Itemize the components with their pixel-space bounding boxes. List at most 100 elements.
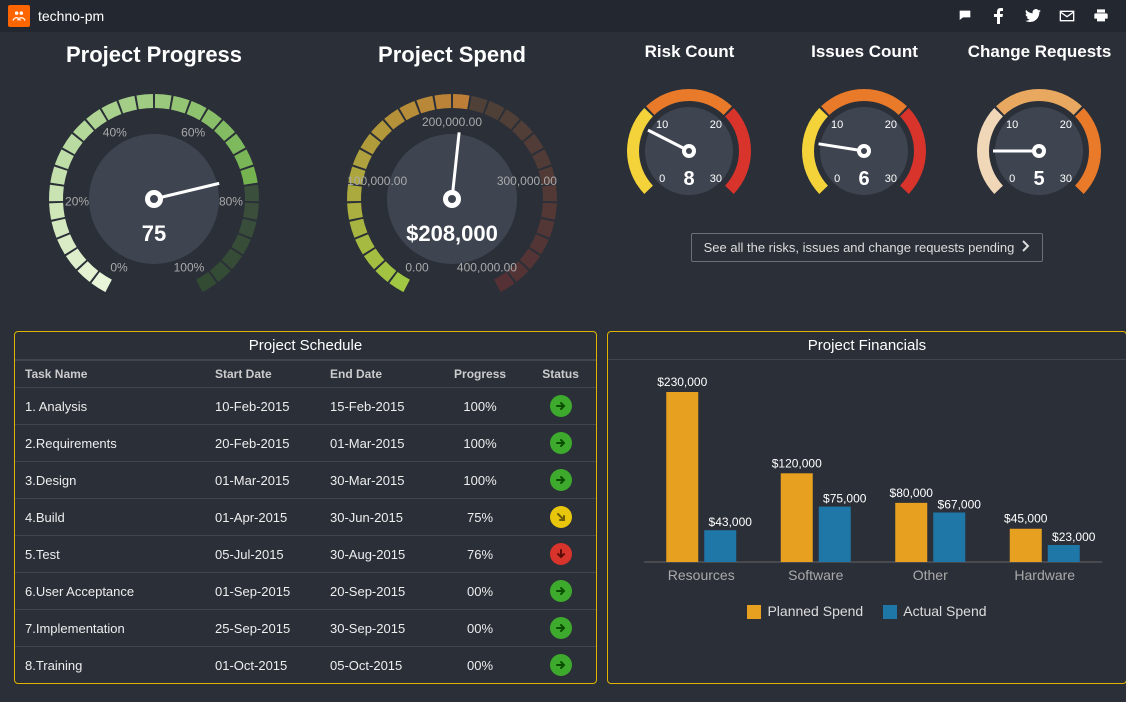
gauge-title: Project Spend <box>312 42 592 68</box>
svg-text:40%: 40% <box>103 126 127 140</box>
svg-text:200,000.00: 200,000.00 <box>422 115 482 129</box>
col-header: Status <box>525 361 596 388</box>
status <box>525 647 596 684</box>
progress: 00% <box>435 610 525 647</box>
svg-text:30: 30 <box>710 173 722 185</box>
svg-text:60%: 60% <box>181 126 205 140</box>
col-header: Task Name <box>15 361 205 388</box>
svg-text:0: 0 <box>1009 173 1015 185</box>
table-row[interactable]: 8.Training 01-Oct-2015 05-Oct-2015 00% <box>15 647 596 684</box>
see-all-pending-button[interactable]: See all the risks, issues and change req… <box>691 233 1044 262</box>
table-row[interactable]: 3.Design 01-Mar-2015 30-Mar-2015 100% <box>15 462 596 499</box>
end-date: 30-Sep-2015 <box>320 610 435 647</box>
start-date: 25-Sep-2015 <box>205 610 320 647</box>
status-icon <box>550 654 572 676</box>
table-row[interactable]: 6.User Acceptance 01-Sep-2015 20-Sep-201… <box>15 573 596 610</box>
col-header: End Date <box>320 361 435 388</box>
link-label: See all the risks, issues and change req… <box>704 240 1015 255</box>
svg-text:20: 20 <box>885 119 897 131</box>
svg-text:0.00: 0.00 <box>405 261 429 275</box>
svg-text:Resources: Resources <box>668 567 735 583</box>
status <box>525 536 596 573</box>
svg-text:0: 0 <box>834 173 840 185</box>
legend-planned: Planned Spend <box>767 603 863 619</box>
task-name: 2.Requirements <box>15 425 205 462</box>
status-icon <box>550 543 572 565</box>
task-name: 4.Build <box>15 499 205 536</box>
end-date: 20-Sep-2015 <box>320 573 435 610</box>
start-date: 01-Sep-2015 <box>205 573 320 610</box>
project-financials-panel: Project Financials $230,000$43,000Resour… <box>607 331 1126 684</box>
status <box>525 610 596 647</box>
svg-text:$208,000: $208,000 <box>406 221 498 246</box>
table-row[interactable]: 1. Analysis 10-Feb-2015 15-Feb-2015 100% <box>15 388 596 425</box>
svg-text:$80,000: $80,000 <box>890 486 934 500</box>
svg-text:10: 10 <box>1006 119 1018 131</box>
status <box>525 462 596 499</box>
svg-text:300,000.00: 300,000.00 <box>497 174 557 188</box>
start-date: 01-Apr-2015 <box>205 499 320 536</box>
svg-text:20%: 20% <box>65 194 89 208</box>
mail-icon[interactable] <box>1050 0 1084 32</box>
chart-legend: Planned Spend Actual Spend <box>624 603 1110 619</box>
status <box>525 573 596 610</box>
start-date: 05-Jul-2015 <box>205 536 320 573</box>
progress: 100% <box>435 425 525 462</box>
progress: 00% <box>435 573 525 610</box>
gauge-title: Project Progress <box>14 42 294 68</box>
gauge-project-spend: Project Spend 0.00100,000.00200,000.0030… <box>312 42 592 319</box>
task-name: 1. Analysis <box>15 388 205 425</box>
gauge-project-progress: Project Progress 0%20%40%60%80%100%75 <box>14 42 294 319</box>
end-date: 05-Oct-2015 <box>320 647 435 684</box>
end-date: 15-Feb-2015 <box>320 388 435 425</box>
chat-icon[interactable] <box>948 0 982 32</box>
svg-text:Other: Other <box>913 567 948 583</box>
gauge-title: Issues Count <box>782 42 947 62</box>
start-date: 01-Oct-2015 <box>205 647 320 684</box>
facebook-icon[interactable] <box>982 0 1016 32</box>
svg-text:100%: 100% <box>174 261 205 275</box>
svg-text:30: 30 <box>885 173 897 185</box>
legend-actual: Actual Spend <box>903 603 986 619</box>
table-row[interactable]: 4.Build 01-Apr-2015 30-Jun-2015 75% <box>15 499 596 536</box>
svg-text:0%: 0% <box>110 261 128 275</box>
print-icon[interactable] <box>1084 0 1118 32</box>
svg-text:400,000.00: 400,000.00 <box>457 261 517 275</box>
svg-text:$45,000: $45,000 <box>1004 512 1048 526</box>
svg-text:20: 20 <box>1060 119 1072 131</box>
status-icon <box>550 469 572 491</box>
svg-text:$120,000: $120,000 <box>772 456 822 470</box>
svg-text:0: 0 <box>659 173 665 185</box>
svg-text:10: 10 <box>831 119 843 131</box>
task-name: 3.Design <box>15 462 205 499</box>
status-icon <box>550 580 572 602</box>
status <box>525 425 596 462</box>
svg-text:Hardware: Hardware <box>1014 567 1075 583</box>
svg-text:8: 8 <box>683 168 694 190</box>
col-header: Start Date <box>205 361 320 388</box>
brand-name: techno-pm <box>38 8 104 24</box>
table-row[interactable]: 7.Implementation 25-Sep-2015 30-Sep-2015… <box>15 610 596 647</box>
svg-text:20: 20 <box>710 119 722 131</box>
status <box>525 388 596 425</box>
status-icon <box>550 395 572 417</box>
end-date: 30-Jun-2015 <box>320 499 435 536</box>
svg-text:$43,000: $43,000 <box>709 515 753 529</box>
svg-text:30: 30 <box>1060 173 1072 185</box>
svg-text:$67,000: $67,000 <box>938 497 982 511</box>
topbar: techno-pm <box>0 0 1126 32</box>
start-date: 01-Mar-2015 <box>205 462 320 499</box>
gauge-title: Change Requests <box>957 42 1122 62</box>
progress: 76% <box>435 536 525 573</box>
table-row[interactable]: 5.Test 05-Jul-2015 30-Aug-2015 76% <box>15 536 596 573</box>
status-icon <box>550 506 572 528</box>
twitter-icon[interactable] <box>1016 0 1050 32</box>
svg-text:6: 6 <box>858 168 869 190</box>
status <box>525 499 596 536</box>
chevron-right-icon <box>1022 240 1030 255</box>
table-row[interactable]: 2.Requirements 20-Feb-2015 01-Mar-2015 1… <box>15 425 596 462</box>
gauge-issues-count: Issues Count 0 10 20 30 6 <box>782 42 947 221</box>
progress: 100% <box>435 462 525 499</box>
progress: 75% <box>435 499 525 536</box>
progress: 00% <box>435 647 525 684</box>
